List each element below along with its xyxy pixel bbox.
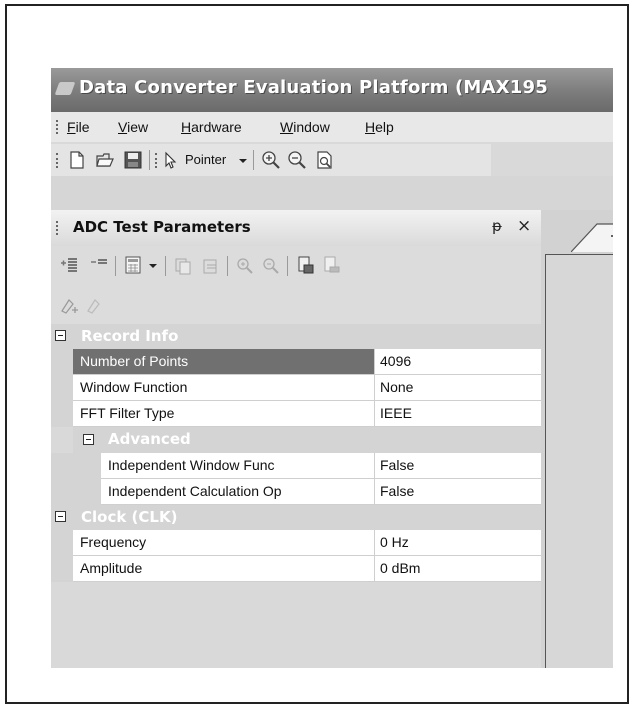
- menu-window[interactable]: Window: [280, 119, 330, 135]
- property-row[interactable]: Independent Calculation Op False: [51, 479, 541, 505]
- menu-view[interactable]: View: [118, 119, 148, 135]
- property-row[interactable]: Amplitude 0 dBm: [51, 556, 541, 582]
- document-area: [541, 210, 613, 668]
- panel-grip-icon[interactable]: [56, 221, 61, 235]
- menu-hardware[interactable]: Hardware: [181, 119, 242, 135]
- pointer-dropdown-label[interactable]: Pointer: [185, 152, 226, 167]
- panel-toolbar-separator: [287, 256, 288, 276]
- chevron-down-icon[interactable]: [237, 150, 249, 170]
- property-name[interactable]: Number of Points: [73, 349, 375, 375]
- remove-marker-icon[interactable]: [85, 296, 105, 316]
- panel-toolbar: [51, 246, 541, 284]
- save-icon[interactable]: [123, 150, 143, 170]
- pin-icon[interactable]: ᵽ: [492, 217, 502, 235]
- category-label: Clock (CLK): [81, 508, 178, 526]
- window-title: Data Converter Evaluation Platform (MAX1…: [79, 77, 548, 98]
- menu-file[interactable]: File: [67, 119, 90, 135]
- property-name[interactable]: FFT Filter Type: [73, 401, 375, 427]
- property-value[interactable]: IEEE: [375, 401, 541, 427]
- collapse-icon[interactable]: [55, 330, 66, 341]
- application-window: Data Converter Evaluation Platform (MAX1…: [51, 68, 613, 668]
- category-record-info[interactable]: Record Info: [51, 324, 541, 349]
- figure-frame: Data Converter Evaluation Platform (MAX1…: [5, 4, 629, 704]
- open-folder-icon[interactable]: [95, 150, 115, 170]
- property-value[interactable]: None: [375, 375, 541, 401]
- property-name[interactable]: Independent Window Func: [101, 453, 375, 479]
- category-clock[interactable]: Clock (CLK): [51, 505, 541, 530]
- add-row-icon[interactable]: [59, 256, 79, 276]
- panel-toolbar-separator: [165, 256, 166, 276]
- property-value[interactable]: 0 Hz: [375, 530, 541, 556]
- adc-test-parameters-header: ADC Test Parameters ᵽ ×: [51, 210, 541, 247]
- close-icon[interactable]: ×: [517, 216, 531, 236]
- toolbar-separator: [149, 150, 150, 170]
- property-value[interactable]: 0 dBm: [375, 556, 541, 582]
- property-row[interactable]: Independent Window Func False: [51, 453, 541, 479]
- collapse-icon[interactable]: [83, 434, 94, 445]
- zoom-in-icon[interactable]: [261, 150, 281, 170]
- toolbar-grip-icon[interactable]: [56, 153, 61, 168]
- document-tab[interactable]: [571, 222, 613, 252]
- copy-icon[interactable]: [173, 256, 193, 276]
- panel-toolbar-separator: [115, 256, 116, 276]
- new-file-icon[interactable]: [67, 150, 87, 170]
- remove-document-icon[interactable]: [321, 255, 341, 275]
- document-panel[interactable]: [545, 254, 613, 668]
- toolbar-spacer: [51, 176, 613, 210]
- add-document-icon[interactable]: [295, 255, 315, 275]
- toolbar-separator: [253, 150, 254, 170]
- remove-row-icon[interactable]: [89, 256, 109, 276]
- panel-title: ADC Test Parameters: [73, 218, 251, 236]
- property-row[interactable]: Frequency 0 Hz: [51, 530, 541, 556]
- toolbar-grip-icon[interactable]: [155, 153, 160, 168]
- property-name[interactable]: Amplitude: [73, 556, 375, 582]
- category-label: Advanced: [108, 430, 191, 448]
- property-name[interactable]: Independent Calculation Op: [101, 479, 375, 505]
- calculator-icon[interactable]: [123, 255, 143, 275]
- property-value[interactable]: 4096: [375, 349, 541, 375]
- pointer-icon[interactable]: [163, 150, 179, 170]
- property-row[interactable]: Window Function None: [51, 375, 541, 401]
- menu-help[interactable]: Help: [365, 119, 394, 135]
- property-value[interactable]: False: [375, 479, 541, 505]
- title-bar[interactable]: Data Converter Evaluation Platform (MAX1…: [51, 68, 613, 112]
- collapse-icon[interactable]: [55, 511, 66, 522]
- property-name[interactable]: Window Function: [73, 375, 375, 401]
- category-label: Record Info: [81, 327, 179, 345]
- panel-toolbar-separator: [227, 256, 228, 276]
- property-row[interactable]: FFT Filter Type IEEE: [51, 401, 541, 427]
- chevron-down-icon[interactable]: [147, 255, 159, 275]
- add-marker-icon[interactable]: [59, 296, 79, 316]
- menu-bar: File View Hardware Window Help: [51, 112, 613, 142]
- property-value[interactable]: False: [375, 453, 541, 479]
- zoom-fit-icon[interactable]: [315, 150, 335, 170]
- main-toolbar: Pointer: [51, 144, 491, 176]
- app-icon: [54, 82, 76, 95]
- zoom-minus-icon[interactable]: [261, 256, 281, 276]
- zoom-plus-icon[interactable]: [235, 256, 255, 276]
- property-row[interactable]: Number of Points 4096: [51, 349, 541, 375]
- menubar-grip-icon[interactable]: [56, 120, 61, 134]
- category-advanced[interactable]: Advanced: [73, 427, 541, 453]
- property-name[interactable]: Frequency: [73, 530, 375, 556]
- paste-icon[interactable]: [201, 256, 221, 276]
- zoom-out-icon[interactable]: [287, 150, 307, 170]
- panel-toolbar-secondary: [51, 284, 541, 324]
